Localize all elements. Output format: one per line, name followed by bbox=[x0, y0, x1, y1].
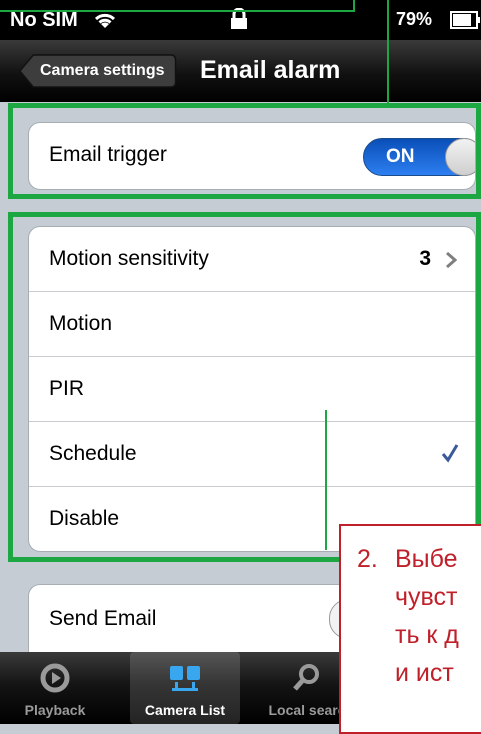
annotation-line: ть к д bbox=[395, 621, 459, 649]
status-bar: No SIM 79% bbox=[0, 0, 481, 40]
annotation-line-corner-h bbox=[0, 10, 355, 12]
annotation-line: Выбе bbox=[395, 545, 458, 573]
tab-label: Camera List bbox=[144, 702, 226, 718]
camera-list-icon bbox=[170, 666, 200, 691]
annotation-box-options bbox=[8, 212, 481, 562]
annotation-box-trigger bbox=[8, 103, 481, 199]
tab-playback[interactable]: Playback bbox=[0, 652, 110, 724]
wifi-icon bbox=[94, 13, 116, 28]
annotation-line-options bbox=[325, 410, 327, 550]
search-icon bbox=[293, 664, 319, 691]
page-title: Email alarm bbox=[200, 56, 341, 84]
annotation-line-top bbox=[387, 0, 389, 103]
annotation-number: 2. bbox=[357, 545, 378, 573]
back-button-label: Camera settings bbox=[40, 62, 165, 79]
navigation-bar: Camera settings Email alarm bbox=[0, 40, 481, 102]
playback-icon bbox=[40, 663, 70, 693]
annotation-line: и ист bbox=[395, 659, 454, 687]
battery-percent: 79% bbox=[396, 9, 433, 29]
tab-label: Playback bbox=[24, 702, 86, 718]
tab-camera-list[interactable]: Camera List bbox=[130, 652, 240, 724]
annotation-line: чувст bbox=[395, 583, 458, 611]
annotation-callout: 2. Выбе чувст ть к д и ист bbox=[339, 524, 481, 734]
send-email-label: Send Email bbox=[49, 607, 157, 630]
battery-icon bbox=[450, 11, 480, 29]
back-button[interactable]: Camera settings bbox=[18, 53, 177, 89]
annotation-line-corner bbox=[353, 0, 355, 10]
carrier-label: No SIM bbox=[10, 9, 78, 31]
